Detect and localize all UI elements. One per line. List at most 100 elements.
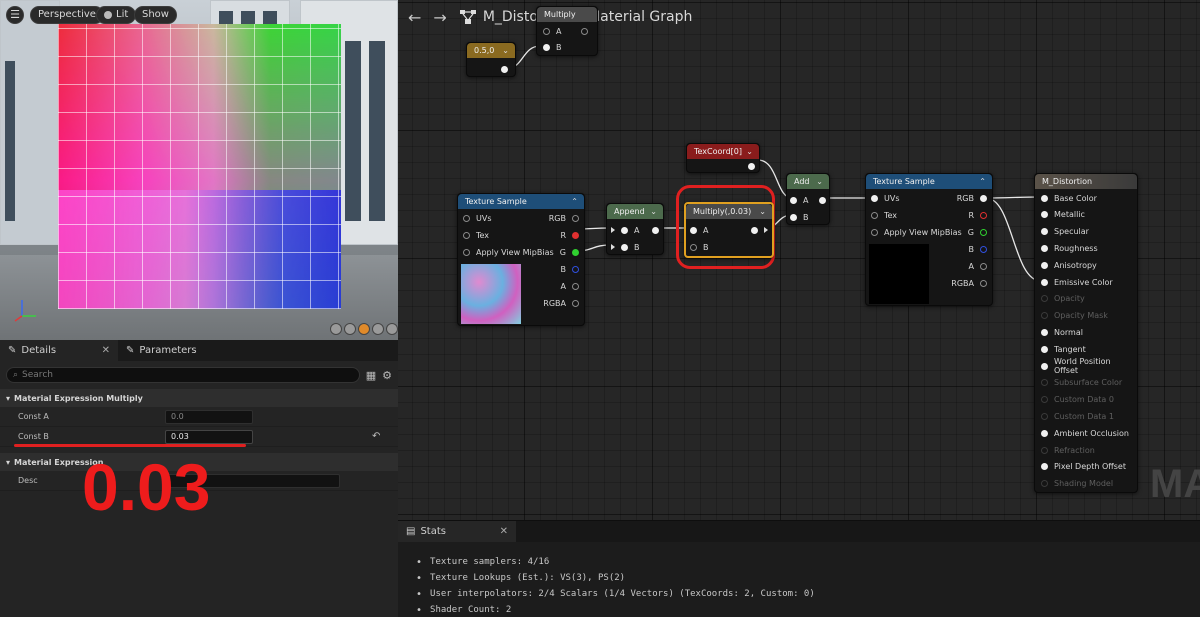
material-pin[interactable]: Emissive Color bbox=[1041, 276, 1113, 288]
pin-output[interactable] bbox=[748, 160, 755, 172]
chevron-down-icon[interactable]: ⌄ bbox=[759, 207, 766, 216]
node-texture-sample-2[interactable]: Texture Sample ⌃ UVs Tex Apply View MipB… bbox=[865, 173, 993, 306]
material-pin[interactable]: Ambient Occlusion bbox=[1041, 427, 1129, 439]
chevron-down-icon[interactable]: ⌄ bbox=[650, 207, 657, 216]
node-title: M_Distortion bbox=[1042, 177, 1093, 186]
pin-a[interactable]: A bbox=[543, 25, 561, 37]
pin-icon bbox=[871, 211, 878, 219]
pin-b[interactable]: B bbox=[543, 41, 562, 53]
material-pin[interactable]: Roughness bbox=[1041, 242, 1098, 254]
pin-a[interactable]: A bbox=[611, 224, 639, 236]
material-pin[interactable]: Subsurface Color bbox=[1041, 377, 1122, 389]
material-pin[interactable]: Opacity Mask bbox=[1041, 310, 1108, 322]
pin-label: World Position Offset bbox=[1053, 357, 1111, 375]
pin-uvs[interactable]: UVs bbox=[871, 192, 900, 204]
teapot-shape-icon[interactable] bbox=[386, 323, 398, 335]
stats-tabbar: ▤ Stats ✕ bbox=[398, 521, 1200, 542]
close-icon[interactable]: ✕ bbox=[500, 526, 508, 537]
pin-label: B bbox=[560, 264, 567, 274]
show-button[interactable]: Show bbox=[134, 6, 177, 24]
pin-icon bbox=[748, 162, 755, 170]
pin-g[interactable]: G bbox=[560, 246, 579, 258]
chevron-down-icon[interactable]: ⌄ bbox=[816, 177, 823, 186]
material-pin[interactable]: Pixel Depth Offset bbox=[1041, 461, 1126, 473]
material-pin[interactable]: Refraction bbox=[1041, 444, 1095, 456]
pin-a[interactable]: A bbox=[790, 194, 808, 206]
pin-mipbias[interactable]: Apply View MipBias bbox=[463, 246, 554, 258]
pin-rgb[interactable]: RGB bbox=[957, 192, 987, 204]
material-pin[interactable]: Specular bbox=[1041, 226, 1089, 238]
material-graph-canvas[interactable]: ← → M_Distortion › Material Graph bbox=[398, 0, 1200, 520]
viewport-menu-button[interactable]: ☰ bbox=[6, 6, 24, 24]
pin-b[interactable]: B bbox=[690, 241, 709, 253]
tab-details[interactable]: ✎ Details ✕ bbox=[0, 340, 118, 361]
material-pin[interactable]: Metallic bbox=[1041, 209, 1085, 221]
chevron-up-icon[interactable]: ⌃ bbox=[571, 197, 578, 206]
perspective-button[interactable]: Perspective bbox=[30, 6, 104, 24]
lit-button[interactable]: Lit bbox=[96, 6, 137, 24]
pin-b[interactable]: B bbox=[560, 263, 579, 275]
pin-b[interactable]: B bbox=[790, 211, 809, 223]
pin-tex[interactable]: Tex bbox=[871, 209, 897, 221]
cube-shape-icon[interactable] bbox=[372, 323, 384, 335]
table-view-icon[interactable]: ▦ bbox=[366, 369, 376, 382]
pin-tex[interactable]: Tex bbox=[463, 229, 489, 241]
preview-shape-selector[interactable] bbox=[330, 323, 398, 335]
plane-shape-icon[interactable] bbox=[358, 323, 370, 335]
chevron-down-icon[interactable]: ⌄ bbox=[746, 147, 753, 156]
pin-output[interactable] bbox=[501, 63, 508, 75]
pin-label: Opacity Mask bbox=[1054, 311, 1108, 321]
pin-r[interactable]: R bbox=[968, 209, 987, 221]
pin-a[interactable]: A bbox=[561, 280, 579, 292]
pin-output[interactable] bbox=[751, 224, 768, 236]
pin-a[interactable]: A bbox=[969, 260, 987, 272]
tab-parameters[interactable]: ✎ Parameters bbox=[118, 340, 205, 361]
material-pin[interactable]: World Position Offset bbox=[1041, 357, 1137, 375]
chevron-up-icon[interactable]: ⌃ bbox=[979, 177, 986, 186]
sphere-shape-icon[interactable] bbox=[344, 323, 356, 335]
gear-icon[interactable]: ⚙ bbox=[382, 369, 392, 382]
pin-r[interactable]: R bbox=[560, 229, 579, 241]
const-b-field[interactable]: 0.03 bbox=[165, 429, 253, 444]
material-pin[interactable]: Normal bbox=[1041, 326, 1083, 338]
section-material-expression-multiply[interactable]: ▾ Material Expression Multiply bbox=[0, 389, 398, 407]
node-material-result[interactable]: M_Distortion Base Color Metallic Specular R… bbox=[1034, 173, 1138, 493]
material-pin[interactable]: Custom Data 1 bbox=[1041, 410, 1114, 422]
pin-rgb[interactable]: RGB bbox=[549, 212, 579, 224]
pin-output[interactable] bbox=[581, 25, 588, 37]
pin-output[interactable] bbox=[819, 194, 826, 206]
material-pin[interactable]: Tangent bbox=[1041, 343, 1086, 355]
pin-b[interactable]: B bbox=[611, 241, 640, 253]
material-pin[interactable]: Shading Model bbox=[1041, 478, 1113, 490]
node-multiply-top[interactable]: Multiply A B bbox=[536, 6, 598, 56]
pin-uvs[interactable]: UVs bbox=[463, 212, 492, 224]
material-pin[interactable]: Anisotropy bbox=[1041, 259, 1097, 271]
material-preview-viewport[interactable]: ☰ Perspective Lit Show bbox=[0, 0, 398, 340]
chevron-down-icon[interactable]: ⌄ bbox=[502, 46, 509, 55]
pin-g[interactable]: G bbox=[968, 226, 987, 238]
material-pin[interactable]: Opacity bbox=[1041, 293, 1085, 305]
material-pin[interactable]: Base Color bbox=[1041, 192, 1097, 204]
node-constant[interactable]: 0.5,0 ⌄ bbox=[466, 42, 516, 77]
reset-to-default-icon[interactable]: ↶ bbox=[372, 431, 380, 442]
tab-stats[interactable]: ▤ Stats ✕ bbox=[398, 521, 516, 542]
pin-a[interactable]: A bbox=[690, 224, 708, 236]
pin-rgba[interactable]: RGBA bbox=[543, 297, 579, 309]
node-multiply-003[interactable]: Multiply(,0.03) ⌄ A B bbox=[684, 202, 774, 258]
search-input[interactable]: ⌕ Search bbox=[6, 367, 360, 383]
const-a-field[interactable]: 0.0 bbox=[165, 409, 253, 424]
close-icon[interactable]: ✕ bbox=[102, 345, 110, 356]
pin-b[interactable]: B bbox=[969, 243, 987, 255]
tab-stats-label: Stats bbox=[420, 526, 446, 537]
pin-output[interactable] bbox=[652, 224, 659, 236]
cylinder-shape-icon[interactable] bbox=[330, 323, 342, 335]
stats-icon: ▤ bbox=[406, 526, 416, 537]
material-pin[interactable]: Custom Data 0 bbox=[1041, 394, 1114, 406]
node-texcoord[interactable]: TexCoord[0] ⌄ bbox=[686, 143, 760, 173]
node-add[interactable]: Add ⌄ A B bbox=[786, 173, 830, 225]
node-header: Multiply bbox=[537, 7, 597, 22]
pin-mipbias[interactable]: Apply View MipBias bbox=[871, 226, 962, 238]
pin-rgba[interactable]: RGBA bbox=[951, 277, 987, 289]
node-texture-sample-1[interactable]: Texture Sample ⌃ UVs Tex Apply View MipB… bbox=[457, 193, 585, 326]
node-append[interactable]: Append ⌄ A B bbox=[606, 203, 664, 255]
